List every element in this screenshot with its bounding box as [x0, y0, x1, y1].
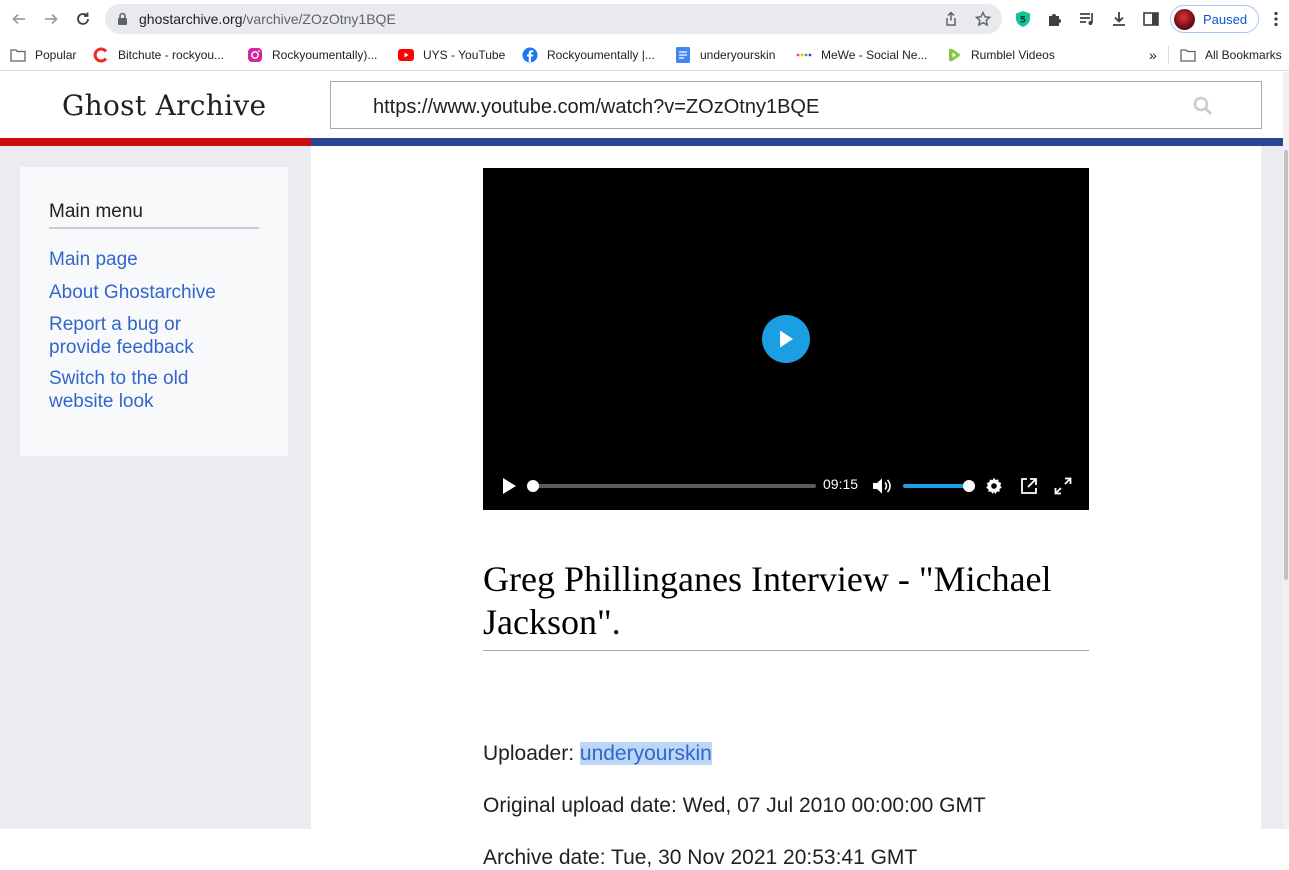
docs-icon: [675, 47, 691, 63]
back-arrow-icon[interactable]: [8, 8, 30, 30]
address-bar[interactable]: ghostarchive.org/varchive/ZOzOtny1BQE: [105, 4, 1002, 34]
volume-icon: [873, 478, 891, 494]
bookmark-label: underyourskin: [700, 48, 776, 62]
scrollbar-thumb[interactable]: [1284, 150, 1288, 580]
overflow-label: »: [1149, 47, 1157, 63]
uploader-link[interactable]: underyourskin: [579, 742, 712, 765]
rumble-icon: [946, 47, 962, 63]
instagram-icon: [247, 47, 263, 63]
bookmark-popular[interactable]: Popular: [10, 46, 76, 64]
puzzle-extensions-icon[interactable]: [1045, 9, 1065, 29]
big-play-button[interactable]: [762, 315, 810, 363]
video-title: Greg Phillinganes Interview - "Michael J…: [483, 558, 1089, 651]
forward-arrow-icon[interactable]: [40, 8, 62, 30]
header-stripe-blue: [311, 138, 1283, 146]
profile-status-label: Paused: [1203, 12, 1248, 27]
uploader-label: Uploader:: [483, 742, 580, 765]
external-link-icon: [1021, 478, 1037, 494]
popout-button[interactable]: [1017, 474, 1041, 498]
fullscreen-button[interactable]: [1051, 474, 1075, 498]
upload-date: Original upload date: Wed, 07 Jul 2010 0…: [483, 794, 986, 817]
bookmark-label: Rockyoumentally |...: [547, 48, 655, 62]
main-menu-panel: Main menu Main page About Ghostarchive R…: [19, 166, 289, 457]
kebab-menu-icon[interactable]: [1266, 9, 1286, 29]
url-domain: ghostarchive.org: [139, 11, 243, 27]
url-path: /varchive/ZOzOtny1BQE: [242, 11, 396, 27]
sidebar-link-main-page[interactable]: Main page: [49, 249, 269, 272]
mewe-icon: [796, 47, 812, 63]
sidebar-link-about[interactable]: About Ghostarchive: [49, 282, 269, 305]
progress-bar[interactable]: [527, 480, 816, 492]
duration-label: 09:15: [823, 476, 859, 492]
all-bookmarks-button[interactable]: All Bookmarks: [1180, 46, 1282, 64]
page: Ghost Archive Main menu Main page About …: [0, 72, 1289, 869]
bookmark-label: Rumblel Videos: [971, 48, 1055, 62]
bookmark-youtube[interactable]: UYS - YouTube: [398, 46, 505, 64]
bookmark-instagram[interactable]: Rockyoumentally)...: [247, 46, 377, 64]
search-input[interactable]: [373, 96, 1173, 119]
bookmark-label: MeWe - Social Ne...: [821, 48, 928, 62]
bookmark-underyourskin[interactable]: underyourskin: [675, 46, 775, 64]
facebook-icon: [522, 47, 538, 63]
bookmark-facebook[interactable]: Rockyoumentally |...: [522, 46, 655, 64]
bookmark-label: Rockyoumentally)...: [272, 48, 378, 62]
bookmark-rumble[interactable]: Rumblel Videos: [946, 46, 1055, 64]
bitchute-icon: [93, 47, 109, 63]
main-menu-title: Main menu: [49, 201, 259, 229]
bookmarks-bar: Popular Bitchute - rockyou... Rockyoumen…: [0, 38, 1289, 71]
archive-date: Archive date: Tue, 30 Nov 2021 20:53:41 …: [483, 846, 918, 869]
search-icon[interactable]: [1193, 96, 1213, 121]
all-bookmarks-label: All Bookmarks: [1205, 48, 1282, 62]
bookmark-mewe[interactable]: MeWe - Social Ne...: [796, 46, 927, 64]
extension-shield-icon[interactable]: 5: [1013, 9, 1033, 29]
video-player[interactable]: 09:15: [483, 168, 1089, 510]
volume-slider[interactable]: [903, 480, 975, 492]
url-text[interactable]: ghostarchive.org/varchive/ZOzOtny1BQE: [139, 11, 396, 27]
lock-icon[interactable]: [117, 12, 128, 31]
extension-badge: 5: [1020, 16, 1026, 26]
bookmark-label: UYS - YouTube: [423, 48, 506, 62]
volume-handle[interactable]: [963, 480, 975, 492]
progress-handle[interactable]: [527, 480, 539, 492]
sidebar-link-old-look[interactable]: Switch to the old website look: [49, 368, 229, 413]
share-icon[interactable]: [943, 11, 959, 27]
star-icon[interactable]: [974, 10, 992, 27]
gear-icon: [986, 477, 1002, 494]
bookmark-label: Bitchute - rockyou...: [118, 48, 225, 62]
folder-icon: [10, 47, 26, 63]
fullscreen-icon: [1054, 477, 1072, 495]
bookmarks-overflow-button[interactable]: »: [1149, 46, 1157, 64]
site-logo[interactable]: Ghost Archive: [62, 89, 266, 122]
settings-button[interactable]: [982, 474, 1006, 498]
header-stripe-red: [0, 138, 311, 146]
main-content: 09:15 Greg Phillinganes Interview - "Mic…: [311, 146, 1261, 869]
uploader-line: Uploader: underyourskin: [483, 742, 712, 766]
profile-paused-button[interactable]: Paused: [1170, 5, 1259, 33]
download-icon[interactable]: [1109, 9, 1129, 29]
play-icon: [503, 478, 516, 494]
side-panel-icon[interactable]: [1141, 9, 1161, 29]
play-icon: [780, 330, 793, 348]
bookmark-bitchute[interactable]: Bitchute - rockyou...: [93, 46, 224, 64]
reload-icon[interactable]: [72, 8, 94, 30]
search-box[interactable]: [330, 81, 1262, 129]
bookmarks-separator: [1168, 46, 1169, 64]
folder-icon: [1180, 47, 1196, 63]
youtube-icon: [398, 47, 414, 63]
avatar: [1174, 9, 1195, 30]
browser-toolbar: ghostarchive.org/varchive/ZOzOtny1BQE 5 …: [0, 0, 1289, 38]
site-header: Ghost Archive: [0, 72, 1283, 138]
mute-button[interactable]: [870, 474, 894, 498]
play-button[interactable]: [497, 474, 521, 498]
sidebar-link-report-bug[interactable]: Report a bug or provide feedback: [49, 314, 229, 359]
bookmark-label: Popular: [35, 48, 77, 62]
reading-list-icon[interactable]: [1077, 9, 1097, 29]
